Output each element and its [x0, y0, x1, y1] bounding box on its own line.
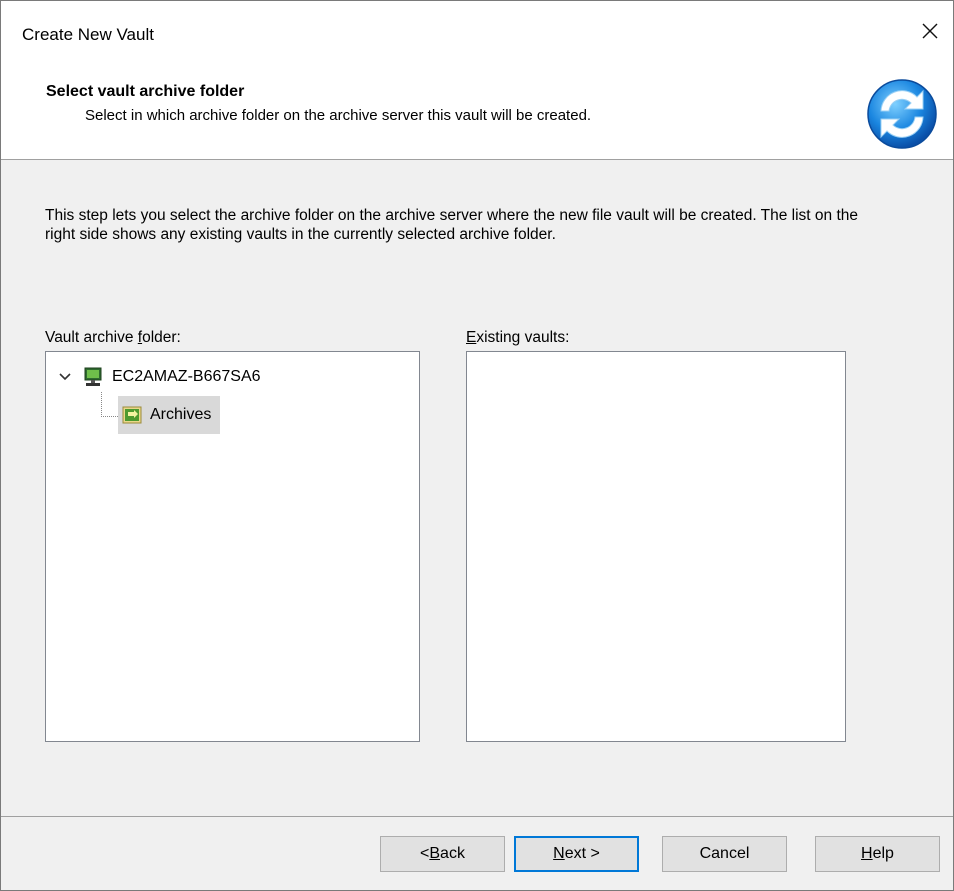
step-description: This step lets you select the archive fo…	[45, 207, 859, 243]
tree-node-label: EC2AMAZ-B667SA6	[112, 368, 261, 385]
existing-vaults-label: Existing vaults:	[466, 329, 570, 346]
server-icon	[82, 366, 104, 388]
step-title: Select vault archive folder	[46, 83, 245, 100]
tree-node-archives[interactable]: Archives	[118, 396, 221, 434]
back-button[interactable]: < Back	[380, 836, 505, 872]
sync-arrows-icon	[867, 79, 937, 149]
create-vault-dialog: Create New Vault Select vault archive fo…	[0, 0, 954, 891]
help-button[interactable]: Help	[815, 836, 940, 872]
tree-node-server[interactable]: EC2AMAZ-B667SA6	[58, 364, 261, 390]
existing-vaults-list[interactable]	[466, 351, 846, 742]
tree-node-label: Archives	[150, 406, 212, 423]
close-icon	[922, 23, 938, 39]
close-button[interactable]	[907, 11, 953, 51]
step-subtitle: Select in which archive folder on the ar…	[85, 107, 592, 124]
vault-archive-folder-label: Vault archive folder:	[45, 329, 181, 346]
title-bar: Create New Vault	[1, 1, 953, 65]
archive-folder-icon	[122, 405, 142, 425]
wizard-header: Select vault archive folder Select in wh…	[1, 65, 953, 160]
footer-divider	[1, 816, 953, 817]
window-title: Create New Vault	[22, 25, 154, 44]
chevron-down-icon[interactable]	[58, 370, 72, 384]
cancel-button[interactable]: Cancel	[662, 836, 787, 872]
archive-folder-tree[interactable]: EC2AMAZ-B667SA6 Archives	[45, 351, 420, 742]
next-button[interactable]: Next >	[514, 836, 639, 872]
